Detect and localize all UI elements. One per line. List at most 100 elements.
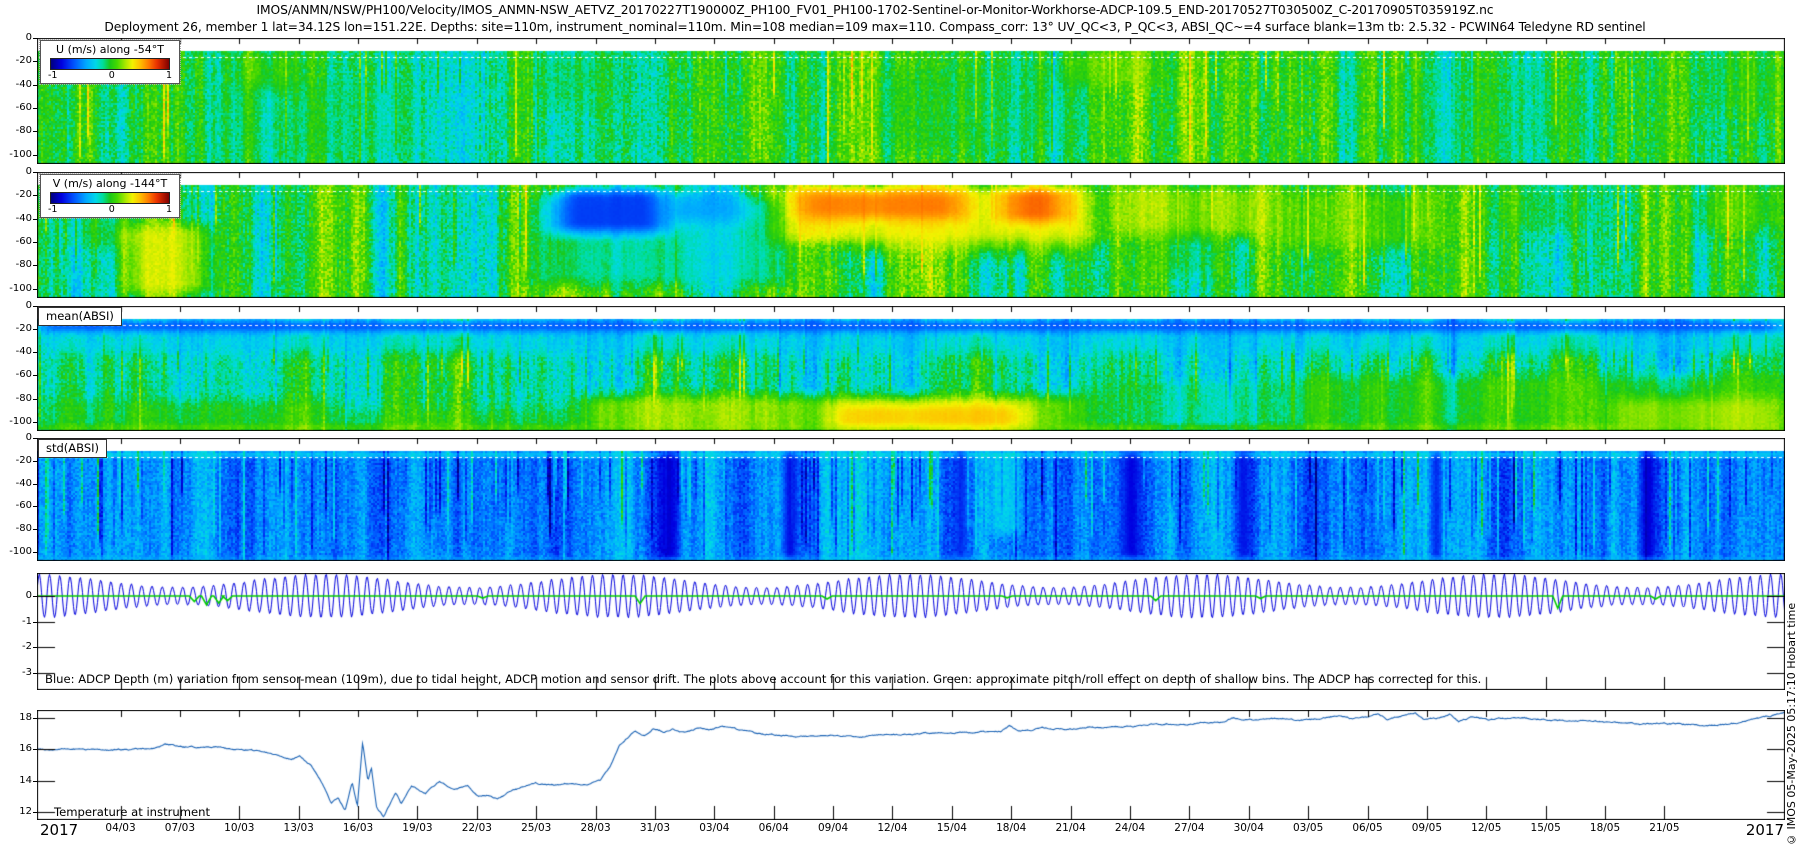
y-tick-label: -100	[3, 416, 32, 428]
y-tick-mark	[33, 422, 37, 423]
y-tick-label: 0	[3, 166, 32, 178]
y-tick-mark	[33, 306, 37, 307]
y-tick-label: -60	[3, 102, 32, 114]
y-tick-label: -2	[3, 641, 32, 653]
x-tick-label: 19/03	[390, 822, 444, 834]
y-tick-mark	[33, 399, 37, 400]
y-tick-mark	[33, 329, 37, 330]
y-tick-mark	[33, 647, 37, 648]
x-tick-label: 25/03	[509, 822, 563, 834]
colorbar-tick-label: 1	[166, 204, 172, 217]
y-tick-label: 0	[3, 590, 32, 602]
y-tick-label: -60	[3, 500, 32, 512]
y-tick-mark	[33, 438, 37, 439]
std-absi-label: std(ABSI)	[38, 439, 107, 458]
x-tick-label: 30/04	[1222, 822, 1276, 834]
y-tick-mark	[33, 622, 37, 623]
v-colorbar-tick-labels: -101	[41, 204, 179, 217]
x-tick-label: 03/04	[687, 822, 741, 834]
u-colorbar-tick-labels: -101	[41, 70, 179, 83]
x-tick-label: 15/05	[1519, 822, 1573, 834]
adcp-depth-note: Blue: ADCP Depth (m) variation from sens…	[45, 672, 1481, 686]
u-velocity-heatmap-panel: U (m/s) along -54°T -101	[37, 38, 1785, 164]
y-tick-label: -20	[3, 455, 32, 467]
y-tick-label: -40	[3, 79, 32, 91]
mean-absi-label: mean(ABSI)	[38, 307, 122, 326]
mean-absi-heatmap	[37, 306, 1785, 431]
y-tick-label: -20	[3, 323, 32, 335]
x-tick-label: 27/04	[1162, 822, 1216, 834]
y-tick-mark	[33, 289, 37, 290]
y-tick-mark	[33, 506, 37, 507]
std-absi-heatmap	[37, 438, 1785, 561]
x-tick-label: 12/04	[865, 822, 919, 834]
y-tick-mark	[33, 812, 37, 813]
v-colorbar-legend: V (m/s) along -144°T -101	[40, 174, 180, 218]
y-tick-mark	[33, 61, 37, 62]
imos-watermark: © IMOS 05-May-2025 05:17:10 Hobart time	[1785, 460, 1799, 846]
y-tick-mark	[33, 718, 37, 719]
y-tick-label: -40	[3, 346, 32, 358]
y-tick-mark	[33, 38, 37, 39]
v-colorbar-title: V (m/s) along -144°T	[41, 175, 179, 191]
y-tick-label: 0	[3, 300, 32, 312]
adcp-depth-panel: Blue: ADCP Depth (m) variation from sens…	[37, 573, 1785, 690]
colorbar-tick-label: 0	[109, 70, 115, 83]
y-tick-label: -40	[3, 478, 32, 490]
y-tick-label: 0	[3, 32, 32, 44]
y-tick-label: -60	[3, 369, 32, 381]
y-tick-mark	[33, 131, 37, 132]
x-axis-year-right: 2017	[1722, 821, 1784, 839]
colorbar-tick-label: 0	[109, 204, 115, 217]
y-tick-label: -60	[3, 236, 32, 248]
x-tick-label: 06/05	[1341, 822, 1395, 834]
x-tick-label: 21/05	[1637, 822, 1691, 834]
x-axis-year-left: 2017	[40, 821, 78, 839]
y-tick-label: -100	[3, 283, 32, 295]
x-tick-label: 04/03	[94, 822, 148, 834]
x-tick-label: 24/04	[1103, 822, 1157, 834]
x-tick-label: 07/03	[153, 822, 207, 834]
x-tick-label: 09/05	[1400, 822, 1454, 834]
y-tick-label: 14	[3, 775, 32, 787]
y-tick-label: -20	[3, 189, 32, 201]
v-velocity-heatmap	[37, 172, 1785, 298]
y-tick-mark	[33, 108, 37, 109]
y-tick-label: -100	[3, 149, 32, 161]
y-tick-label: -100	[3, 546, 32, 558]
y-tick-label: 12	[3, 806, 32, 818]
y-tick-mark	[33, 195, 37, 196]
y-tick-mark	[33, 552, 37, 553]
figure-subtitle: Deployment 26, member 1 lat=34.12S lon=1…	[45, 20, 1705, 34]
y-tick-mark	[33, 85, 37, 86]
x-tick-label: 15/04	[925, 822, 979, 834]
y-tick-label: -80	[3, 125, 32, 137]
y-tick-mark	[33, 461, 37, 462]
x-tick-label: 09/04	[806, 822, 860, 834]
y-tick-label: 16	[3, 743, 32, 755]
x-tick-label: 18/05	[1578, 822, 1632, 834]
y-tick-mark	[33, 242, 37, 243]
y-tick-mark	[33, 673, 37, 674]
y-tick-mark	[33, 781, 37, 782]
x-tick-label: 31/03	[628, 822, 682, 834]
x-tick-label: 10/03	[212, 822, 266, 834]
std-absi-heatmap-panel: std(ABSI)	[37, 438, 1785, 561]
u-colorbar-gradient	[50, 58, 170, 70]
x-tick-label: 21/04	[1044, 822, 1098, 834]
u-colorbar-legend: U (m/s) along -54°T -101	[40, 40, 180, 84]
x-tick-label: 16/03	[331, 822, 385, 834]
y-tick-mark	[33, 265, 37, 266]
y-tick-mark	[33, 749, 37, 750]
colorbar-tick-label: 1	[166, 70, 172, 83]
y-tick-label: -20	[3, 55, 32, 67]
x-tick-label: 03/05	[1281, 822, 1335, 834]
y-tick-label: -3	[3, 667, 32, 679]
mean-absi-heatmap-panel: mean(ABSI)	[37, 306, 1785, 431]
u-colorbar-title: U (m/s) along -54°T	[41, 41, 179, 57]
temperature-panel: Temperature at instrument	[37, 710, 1785, 820]
y-tick-mark	[33, 596, 37, 597]
y-tick-mark	[33, 529, 37, 530]
x-tick-label: 13/03	[272, 822, 326, 834]
x-tick-label: 28/03	[569, 822, 623, 834]
